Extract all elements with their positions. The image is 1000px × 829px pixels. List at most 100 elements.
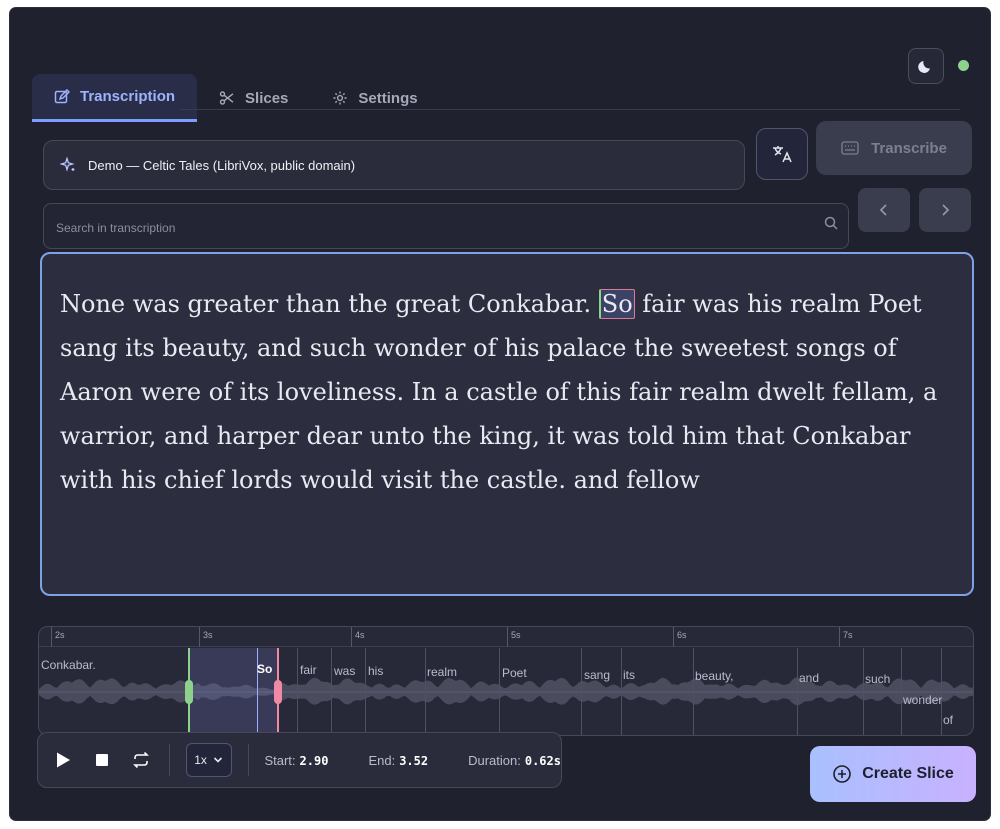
tab-label: Slices xyxy=(245,89,289,107)
transcript-search-input[interactable] xyxy=(56,221,796,235)
word-boundary xyxy=(297,648,298,735)
play-button[interactable] xyxy=(52,748,75,772)
ruler-tick-label: 6s xyxy=(677,630,687,640)
translate-button[interactable] xyxy=(756,128,808,180)
playback-controls: 1x Start: 2.90 End: 3.52 Duration: 0.62s xyxy=(37,732,562,788)
create-slice-label: Create Slice xyxy=(862,765,954,782)
tab-slices[interactable]: Slices xyxy=(197,74,310,122)
source-select[interactable]: Demo — Celtic Tales (LibriVox, public do… xyxy=(43,140,745,190)
word-boundary xyxy=(331,648,332,735)
word-boundary xyxy=(941,648,942,735)
ruler-tick-label: 5s xyxy=(511,630,521,640)
ruler-tick-label: 7s xyxy=(843,630,853,640)
waveform-word[interactable]: such xyxy=(865,672,890,686)
controls-divider xyxy=(168,744,170,776)
transcript-text-before: None was greater than the great Conkabar… xyxy=(60,290,599,318)
previous-match-button[interactable] xyxy=(858,188,910,232)
translate-icon xyxy=(773,146,792,163)
next-match-button[interactable] xyxy=(919,188,971,232)
duration-label: Duration: xyxy=(468,752,521,768)
controls-divider xyxy=(247,744,249,776)
plus-circle-icon xyxy=(833,765,851,783)
loop-button[interactable] xyxy=(130,748,153,772)
ruler-tick-label: 2s xyxy=(55,630,65,640)
end-handle-grip[interactable] xyxy=(274,680,282,704)
stop-button[interactable] xyxy=(91,748,114,772)
word-boundary xyxy=(621,648,622,735)
start-time-display: Start: 2.90 xyxy=(264,753,328,768)
sparkle-icon xyxy=(60,157,75,172)
start-time-label: Start: xyxy=(264,752,296,768)
tab-divider xyxy=(180,109,960,110)
transcript-text-after: fair was his realm Poet sang its beauty,… xyxy=(60,290,938,494)
transcript-text-area[interactable]: None was greater than the great Conkabar… xyxy=(40,252,974,596)
ruler-tick-label: 3s xyxy=(203,630,213,640)
start-time-value: 2.90 xyxy=(299,753,329,768)
ruler-tick xyxy=(51,627,52,647)
slice-start-handle[interactable] xyxy=(185,648,193,735)
duration-display: Duration: 0.62s xyxy=(468,753,561,768)
ruler-tick xyxy=(507,627,508,647)
word-boundary xyxy=(499,648,500,735)
current-word-highlight[interactable]: So xyxy=(598,289,635,319)
waveform-word[interactable]: his xyxy=(368,664,383,678)
tab-transcription[interactable]: Transcription xyxy=(32,74,198,122)
repeat-icon xyxy=(133,752,150,768)
create-slice-button[interactable]: Create Slice xyxy=(810,746,976,802)
waveform-word[interactable]: realm xyxy=(427,665,457,679)
transcribe-label: Transcribe xyxy=(871,139,947,157)
connection-status-indicator xyxy=(958,60,969,71)
ruler-tick-label: 4s xyxy=(355,630,365,640)
moon-icon xyxy=(918,61,930,73)
word-boundary xyxy=(693,648,694,735)
waveform-word[interactable]: its xyxy=(623,668,635,682)
transcript-search-box xyxy=(43,203,849,249)
play-icon xyxy=(57,752,71,768)
transcribe-button[interactable]: Transcribe xyxy=(816,121,972,175)
waveform-word[interactable]: wonder xyxy=(903,693,942,707)
waveform-timeline[interactable]: 2s 3s 4s 5s 6s 7s Conkabar. So fair was … xyxy=(38,626,974,736)
tab-label: Transcription xyxy=(80,88,176,105)
word-boundary xyxy=(581,648,582,735)
keyboard-icon xyxy=(841,141,859,155)
waveform-word[interactable]: beauty, xyxy=(695,669,733,683)
tab-label: Settings xyxy=(358,89,418,107)
ruler-tick xyxy=(199,627,200,647)
waveform-word[interactable]: fair xyxy=(300,663,317,677)
word-boundary xyxy=(863,648,864,735)
tab-settings[interactable]: Settings xyxy=(310,74,439,122)
waveform-word[interactable]: was xyxy=(334,664,355,678)
gear-icon xyxy=(333,91,347,105)
waveform-word-active[interactable]: So xyxy=(257,662,272,676)
ruler-tick xyxy=(673,627,674,647)
ruler-tick xyxy=(839,627,840,647)
duration-value: 0.62s xyxy=(524,753,561,768)
app-window: Transcription Slices Settings Demo — Cel… xyxy=(10,8,990,820)
playback-speed-value: 1x xyxy=(194,753,207,767)
chevron-right-icon xyxy=(942,204,950,216)
scissors-icon xyxy=(219,91,234,105)
audio-waveform xyxy=(39,677,973,706)
playback-speed-select[interactable]: 1x xyxy=(185,743,232,777)
theme-toggle-button[interactable] xyxy=(908,48,944,84)
end-time-value: 3.52 xyxy=(399,753,429,768)
waveform-word[interactable]: Conkabar. xyxy=(41,658,96,672)
end-time-display: End: 3.52 xyxy=(368,753,428,768)
waveform-word[interactable]: sang xyxy=(584,668,610,682)
word-boundary xyxy=(365,648,366,735)
waveform-word[interactable]: of xyxy=(943,713,953,727)
start-handle-grip[interactable] xyxy=(185,680,193,704)
stop-icon xyxy=(96,754,109,766)
ruler-tick xyxy=(351,627,352,647)
end-time-label: End: xyxy=(368,752,396,768)
chevron-down-icon xyxy=(213,757,222,763)
chevron-left-icon xyxy=(879,204,887,216)
waveform-word[interactable]: Poet xyxy=(502,666,527,680)
slice-end-handle[interactable] xyxy=(274,648,282,735)
word-boundary xyxy=(901,648,902,735)
waveform-word[interactable]: and xyxy=(799,671,819,685)
waveform-shape xyxy=(39,677,973,706)
search-icon[interactable] xyxy=(824,216,838,230)
edit-icon xyxy=(54,88,70,103)
word-boundary xyxy=(425,648,426,735)
